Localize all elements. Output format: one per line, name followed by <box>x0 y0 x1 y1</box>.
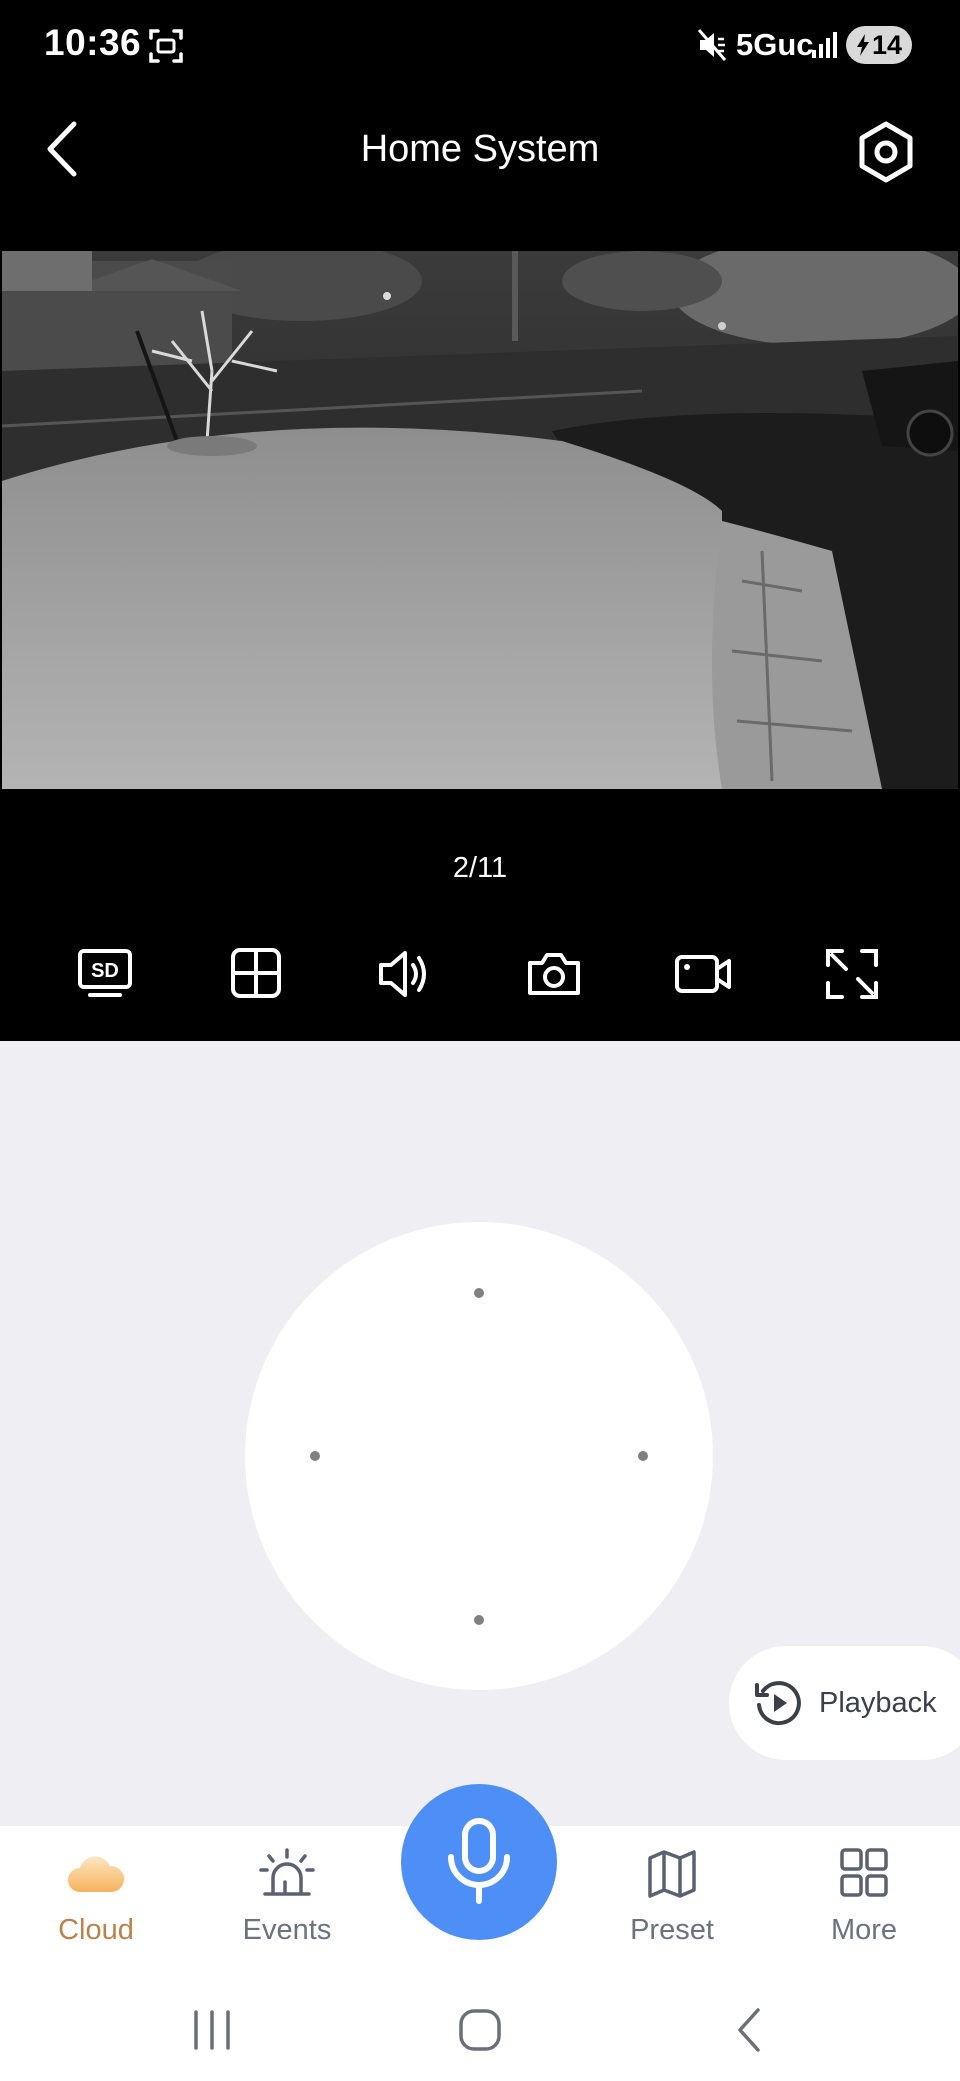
ptz-down-dot[interactable] <box>474 1615 484 1625</box>
camera-page-indicator: 2/11 <box>452 852 508 884</box>
status-bar: 10:36 5Guc 14 <box>0 0 960 92</box>
ptz-left-dot[interactable] <box>310 1451 320 1461</box>
network-label: 5Guc <box>736 27 814 62</box>
nav-preset[interactable]: Preset <box>602 1846 742 1947</box>
camera-snapshot-button[interactable] <box>524 947 584 1001</box>
settings-hexagon-icon[interactable] <box>854 120 918 184</box>
grid-more-icon <box>840 1848 888 1897</box>
ptz-right-dot[interactable] <box>638 1451 648 1461</box>
nav-events-label: Events <box>242 1914 332 1946</box>
sd-label: SD <box>91 960 119 982</box>
home-icon[interactable] <box>450 2002 510 2058</box>
nav-cloud-label: Cloud <box>58 1914 134 1946</box>
nav-cloud[interactable]: Cloud <box>26 1846 166 1947</box>
sd-quality-button[interactable]: SD <box>76 947 136 1001</box>
nav-more-label: More <box>830 1914 898 1946</box>
camera-feed[interactable] <box>2 251 958 789</box>
battery-level: 14 <box>871 29 903 60</box>
status-time: 10:36 <box>44 22 142 63</box>
battery-badge: 14 <box>846 26 912 64</box>
system-nav-bar <box>0 1976 960 2081</box>
mute-icon <box>697 29 727 61</box>
video-record-button[interactable] <box>673 947 733 1001</box>
playback-label: Playback <box>819 1686 937 1719</box>
playback-icon <box>755 1681 801 1726</box>
signal-icon <box>812 32 837 58</box>
camera-scene-image <box>2 251 958 789</box>
grid-layout-button[interactable] <box>226 947 286 1001</box>
recent-apps-icon[interactable] <box>182 2002 242 2058</box>
nav-events[interactable]: Events <box>217 1846 357 1947</box>
playback-button[interactable]: Playback <box>729 1646 960 1760</box>
nav-more[interactable]: More <box>794 1846 934 1947</box>
screenshot-icon <box>149 29 183 63</box>
fullscreen-button[interactable] <box>822 947 882 1001</box>
cloud-icon <box>68 1856 125 1892</box>
alarm-siren-icon <box>259 1848 315 1896</box>
charging-bolt-icon <box>856 34 869 56</box>
speaker-button[interactable] <box>375 947 435 1001</box>
page-title: Home System <box>360 128 600 170</box>
nav-preset-label: Preset <box>630 1914 714 1946</box>
microphone-button[interactable] <box>401 1784 557 1940</box>
ptz-up-dot[interactable] <box>474 1288 484 1298</box>
map-icon <box>648 1850 696 1898</box>
microphone-icon <box>448 1818 510 1904</box>
system-back-icon[interactable] <box>720 2002 780 2058</box>
ptz-joystick[interactable] <box>245 1222 713 1690</box>
